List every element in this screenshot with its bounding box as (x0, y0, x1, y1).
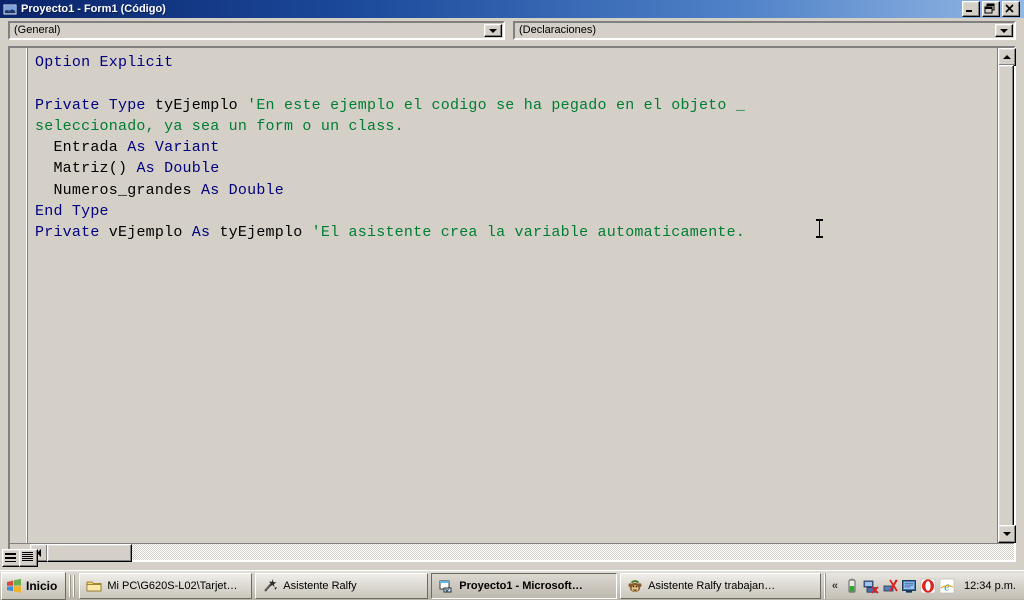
code-token: Private (35, 224, 109, 242)
wand-icon (262, 578, 278, 594)
procedure-combo[interactable]: (Declaraciones) (513, 21, 1016, 40)
full-module-view-icon[interactable] (19, 549, 38, 567)
code-token: As Variant (127, 139, 220, 157)
vb-code-window: Proyecto1 - Form1 (Código) (General) (De… (0, 0, 1024, 570)
code-line: Option Explicit (35, 52, 997, 73)
windows-flag-icon (6, 578, 22, 594)
display-settings-icon[interactable] (901, 578, 917, 594)
code-line: End Type (35, 201, 997, 222)
text-cursor-ibeam (816, 219, 823, 238)
visual-basic-icon (438, 578, 454, 594)
code-token: Matriz() (35, 160, 137, 178)
restore-button[interactable] (982, 1, 1000, 17)
object-combo-value: (General) (10, 23, 484, 38)
taskbar-item-label: Asistente Ralfy (283, 579, 357, 592)
vertical-scrollbar-thumb[interactable] (998, 65, 1014, 547)
system-tray: « e 12:34 p.m. (823, 572, 1024, 599)
code-text-area[interactable]: Option Explicit Private Type tyEjemplo '… (29, 48, 997, 543)
code-line: Matriz() As Double (35, 158, 997, 179)
horizontal-scrollbar-track[interactable] (130, 544, 1014, 560)
window-titlebar[interactable]: Proyecto1 - Form1 (Código) (0, 0, 1024, 18)
code-token: 'El asistente crea la variable automatic… (311, 224, 746, 242)
code-token: As Double (201, 181, 284, 199)
close-button[interactable] (1002, 1, 1020, 17)
window-title: Proyecto1 - Form1 (Código) (21, 3, 166, 15)
internet-explorer-icon[interactable]: e (939, 578, 955, 594)
code-token: Entrada (35, 139, 128, 157)
network-disconnected-icon[interactable] (863, 578, 879, 594)
taskbar-item-proyecto1[interactable]: Proyecto1 - Microsoft… (431, 572, 618, 599)
windows-taskbar: Inicio Mi PC\G620S-L02\Tarjet… Asistente… (0, 570, 1024, 600)
code-window-dropdown-row: (General) (Declaraciones) (0, 18, 1024, 44)
taskbar-item-asistente-ralfy-trabajando[interactable]: Asistente Ralfy trabajan… (620, 572, 821, 599)
code-line: Private Type tyEjemplo 'En este ejemplo … (35, 95, 997, 116)
view-mode-buttons (2, 549, 38, 567)
taskbar-item-label: Proyecto1 - Microsoft… (459, 579, 583, 592)
code-line: Private vEjemplo As tyEjemplo 'El asiste… (35, 222, 997, 243)
code-line: Entrada As Variant (35, 137, 997, 158)
code-token: As Double (136, 160, 220, 178)
scroll-down-arrow-icon[interactable] (998, 525, 1016, 543)
procedure-combo-value: (Declaraciones) (515, 23, 995, 38)
chevron-down-icon[interactable] (995, 24, 1013, 37)
taskbar-item-label: Asistente Ralfy trabajan… (648, 579, 776, 592)
battery-icon[interactable] (844, 578, 860, 594)
window-controls (962, 1, 1020, 17)
taskbar-item-mi-pc[interactable]: Mi PC\G620S-L02\Tarjet… (79, 572, 253, 599)
folder-icon (86, 578, 102, 594)
code-editor[interactable]: Option Explicit Private Type tyEjemplo '… (8, 46, 1016, 562)
code-token: tyEjemplo (154, 96, 248, 114)
code-token: 'En este ejemplo el codigo se ha pegado … (247, 96, 746, 114)
vb-code-module-icon (3, 3, 17, 16)
code-token: Option Explicit (35, 54, 174, 71)
code-token: seleccionado, ya sea un form o un class. (35, 117, 404, 135)
code-token: As (191, 224, 220, 242)
taskbar-grip[interactable] (69, 574, 77, 597)
object-combo[interactable]: (General) (8, 21, 505, 40)
monkey-icon (627, 578, 643, 594)
code-token: Numeros_grandes (35, 181, 201, 199)
horizontal-scrollbar[interactable] (10, 543, 1014, 562)
clock[interactable]: 12:34 p.m. (958, 580, 1018, 592)
minimize-button[interactable] (962, 1, 980, 17)
taskbar-item-asistente-ralfy[interactable]: Asistente Ralfy (255, 572, 429, 599)
code-token: Private Type (35, 96, 155, 114)
vertical-scrollbar[interactable] (997, 48, 1016, 547)
code-line: Numeros_grandes As Double (35, 180, 997, 201)
start-button[interactable]: Inicio (1, 571, 67, 600)
scroll-up-arrow-icon[interactable] (998, 48, 1016, 66)
code-token: tyEjemplo (219, 224, 312, 242)
opera-icon[interactable] (920, 578, 936, 594)
horizontal-scrollbar-thumb[interactable] (47, 544, 132, 562)
chevron-down-icon[interactable] (484, 24, 502, 37)
code-margin-indicator-bar[interactable] (10, 48, 28, 560)
code-token: End Type (35, 203, 109, 221)
start-button-label: Inicio (26, 578, 58, 593)
chevron-left-double-icon[interactable]: « (829, 580, 841, 592)
wireless-disconnected-icon[interactable] (882, 578, 898, 594)
code-token: vEjemplo (108, 224, 192, 242)
code-line: seleccionado, ya sea un form o un class. (35, 116, 997, 137)
taskbar-item-label: Mi PC\G620S-L02\Tarjet… (107, 579, 238, 592)
